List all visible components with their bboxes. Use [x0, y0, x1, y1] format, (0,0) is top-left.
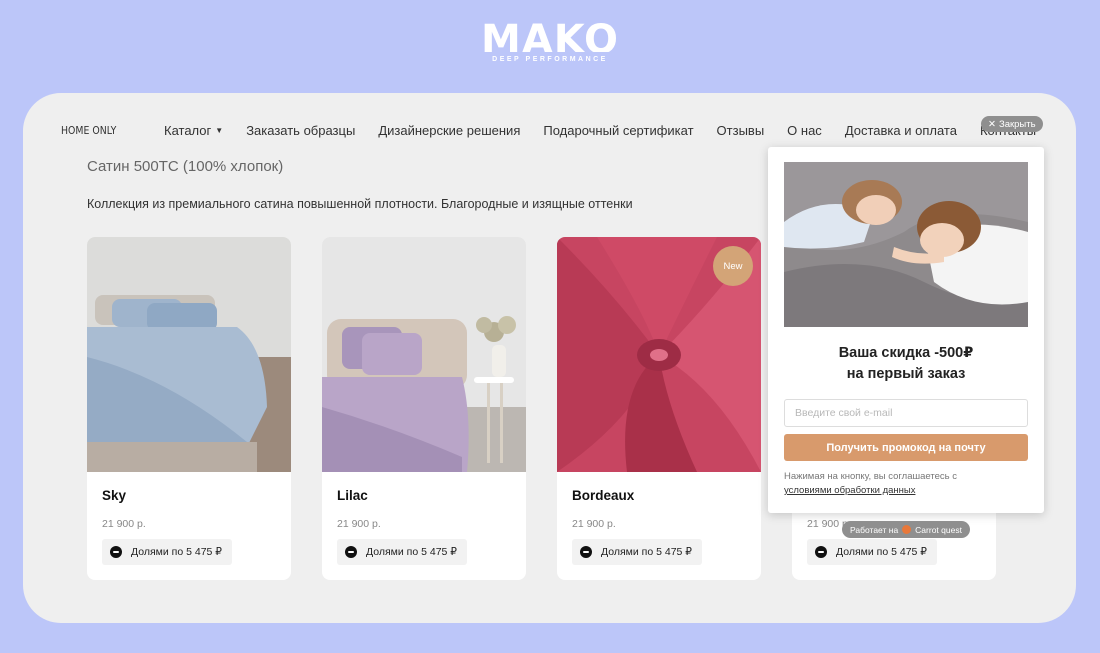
- installment-button[interactable]: Долями по 5 475 ₽: [102, 539, 232, 565]
- popup-title-line2: на первый заказ: [846, 366, 966, 382]
- privacy-link[interactable]: условиями обработки данных: [784, 485, 915, 496]
- nav-item-samples[interactable]: Заказать образцы: [246, 123, 355, 138]
- email-field[interactable]: [784, 399, 1028, 427]
- section-title: Сатин 500ТС (100% хлопок): [87, 158, 284, 175]
- installment-button[interactable]: Долями по 5 475 ₽: [807, 539, 937, 565]
- product-price: 21 900 р.: [337, 518, 381, 530]
- product-image-lilac[interactable]: [322, 237, 526, 472]
- chevron-down-icon: ▼: [215, 126, 224, 135]
- dolyami-icon: [580, 546, 592, 558]
- product-card-lilac[interactable]: Lilac 21 900 р. Долями по 5 475 ₽: [322, 237, 526, 580]
- installment-button[interactable]: Долями по 5 475 ₽: [572, 539, 702, 565]
- product-card-bordeaux[interactable]: New Bordeaux 21 900 р. Долями по 5 475 ₽: [557, 237, 761, 580]
- mako-brand: MAKO DEEP PERFORMANCE: [0, 22, 1100, 63]
- product-price: 21 900 р.: [572, 518, 616, 530]
- brand-tagline: DEEP PERFORMANCE: [492, 56, 608, 63]
- section-description: Коллекция из премиального сатина повышен…: [87, 197, 633, 211]
- powered-by-badge[interactable]: Работает на Carrot quest: [842, 521, 970, 538]
- nav-item-gift-certificate[interactable]: Подарочный сертификат: [543, 123, 693, 138]
- main-nav: Каталог ▼ Заказать образцы Дизайнерские р…: [164, 123, 1056, 138]
- discount-popup: Ваша скидка -500₽ на первый заказ Получи…: [768, 147, 1044, 513]
- close-label: Закрыть: [998, 118, 1036, 130]
- installment-label: Долями по 5 475 ₽: [131, 546, 222, 558]
- installment-label: Долями по 5 475 ₽: [836, 546, 927, 558]
- product-card-sky[interactable]: Sky 21 900 р. Долями по 5 475 ₽: [87, 237, 291, 580]
- carrot-icon: [902, 525, 912, 534]
- popup-title: Ваша скидка -500₽ на первый заказ: [768, 343, 1044, 385]
- close-popup-button[interactable]: ✕ Закрыть: [981, 116, 1043, 132]
- new-badge: New: [713, 246, 753, 286]
- installment-button[interactable]: Долями по 5 475 ₽: [337, 539, 467, 565]
- nav-item-reviews[interactable]: Отзывы: [717, 123, 765, 138]
- nav-item-about[interactable]: О нас: [787, 123, 822, 138]
- product-image-bordeaux[interactable]: New: [557, 237, 761, 472]
- product-name[interactable]: Lilac: [337, 488, 368, 503]
- installment-label: Долями по 5 475 ₽: [366, 546, 457, 558]
- powered-by-name: Carrot quest: [915, 524, 962, 535]
- close-icon: ✕: [988, 118, 996, 130]
- product-image-sky[interactable]: [87, 237, 291, 472]
- nav-label: Каталог: [164, 123, 212, 138]
- product-price: 21 900 р.: [102, 518, 146, 530]
- consent-label: Нажимая на кнопку, вы соглашаетесь с: [784, 471, 957, 482]
- site-logo[interactable]: HOME ONLY: [61, 124, 116, 137]
- consent-text: Нажимая на кнопку, вы соглашаетесь с усл…: [784, 470, 1028, 498]
- brand-name: MAKO: [481, 22, 619, 52]
- powered-by-label: Работает на: [850, 524, 899, 535]
- nav-item-delivery[interactable]: Доставка и оплата: [845, 123, 957, 138]
- popup-image: [784, 162, 1028, 327]
- nav-item-design[interactable]: Дизайнерские решения: [378, 123, 520, 138]
- nav-item-catalog[interactable]: Каталог ▼: [164, 123, 223, 138]
- get-promo-button[interactable]: Получить промокод на почту: [784, 434, 1028, 461]
- product-name[interactable]: Sky: [102, 488, 126, 503]
- dolyami-icon: [815, 546, 827, 558]
- product-name[interactable]: Bordeaux: [572, 488, 634, 503]
- installment-label: Долями по 5 475 ₽: [601, 546, 692, 558]
- dolyami-icon: [345, 546, 357, 558]
- popup-title-line1: Ваша скидка -500₽: [838, 345, 974, 361]
- dolyami-icon: [110, 546, 122, 558]
